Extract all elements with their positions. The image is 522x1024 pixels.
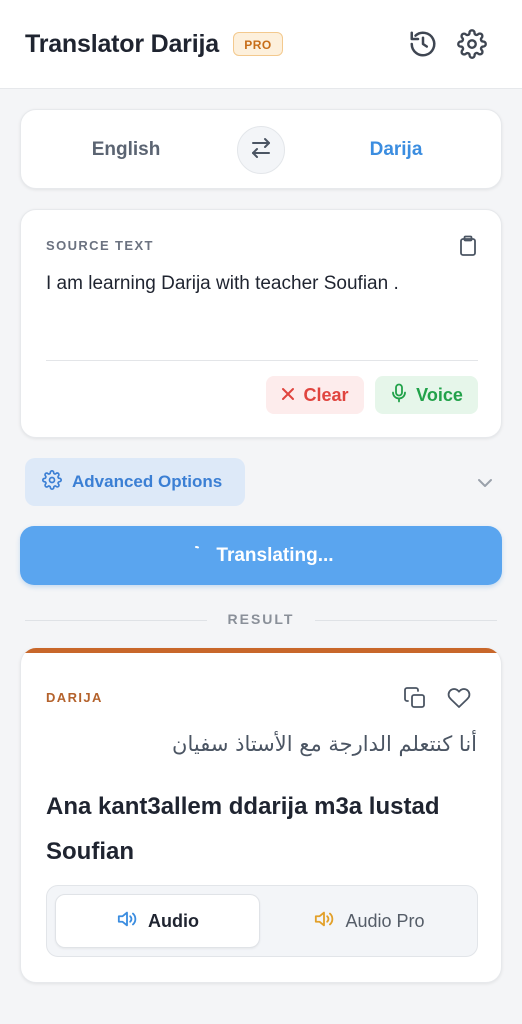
clipboard-icon[interactable] [458, 235, 478, 257]
voice-label: Voice [416, 384, 463, 405]
audio-button[interactable]: Audio [55, 894, 260, 948]
result-card: DARIJA أنا كنتعلم الدارجة مع الأستاذ سفي… [20, 648, 502, 983]
swap-languages-button[interactable] [237, 126, 285, 174]
clear-button[interactable]: Clear [266, 376, 364, 414]
spinner-icon [188, 545, 204, 567]
divider [46, 360, 478, 361]
microphone-icon [390, 383, 408, 408]
gear-icon [42, 469, 62, 495]
app-header: Translator Darija PRO [0, 0, 522, 89]
divider [25, 620, 207, 621]
pro-badge: PRO [233, 32, 283, 56]
chevron-down-icon[interactable] [475, 473, 495, 493]
swap-arrows-icon [249, 136, 273, 165]
history-icon[interactable] [408, 29, 438, 59]
advanced-options-button[interactable]: Advanced Options [25, 458, 245, 506]
source-language-button[interactable]: English [81, 110, 171, 190]
result-language-label: DARIJA [46, 690, 103, 705]
copy-icon[interactable] [403, 686, 427, 710]
translate-button[interactable]: Translating... [20, 526, 502, 585]
advanced-options-label: Advanced Options [72, 472, 223, 491]
voice-button[interactable]: Voice [375, 376, 478, 414]
audio-pro-button[interactable]: Audio Pro [269, 894, 469, 948]
speaker-icon [313, 909, 335, 934]
audio-label: Audio [148, 910, 199, 931]
source-text-input[interactable]: I am learning Darija with teacher Soufia… [46, 273, 476, 295]
result-section-label: RESULT [227, 611, 295, 627]
latin-translation: Ana kant3allem ddarija m3a lustad Soufia… [46, 793, 440, 865]
target-language-button[interactable]: Darija [351, 110, 441, 190]
audio-tabs: Audio Audio Pro [46, 885, 478, 957]
result-accent-bar [21, 648, 501, 653]
close-icon [281, 385, 295, 406]
gear-icon[interactable] [457, 29, 487, 59]
source-text-card: SOURCE TEXT I am learning Darija with te… [20, 209, 502, 438]
app-title: Translator Darija [25, 30, 219, 58]
speaker-icon [116, 909, 138, 934]
arabic-translation: أنا كنتعلم الدارجة مع الأستاذ سفيان [172, 732, 477, 756]
divider [315, 620, 497, 621]
clear-label: Clear [303, 384, 349, 405]
heart-icon[interactable] [447, 686, 471, 710]
source-text-label: SOURCE TEXT [46, 238, 154, 253]
audio-pro-label: Audio Pro [345, 910, 425, 931]
translate-button-label: Translating... [216, 544, 334, 566]
language-selector: English Darija [20, 109, 502, 189]
